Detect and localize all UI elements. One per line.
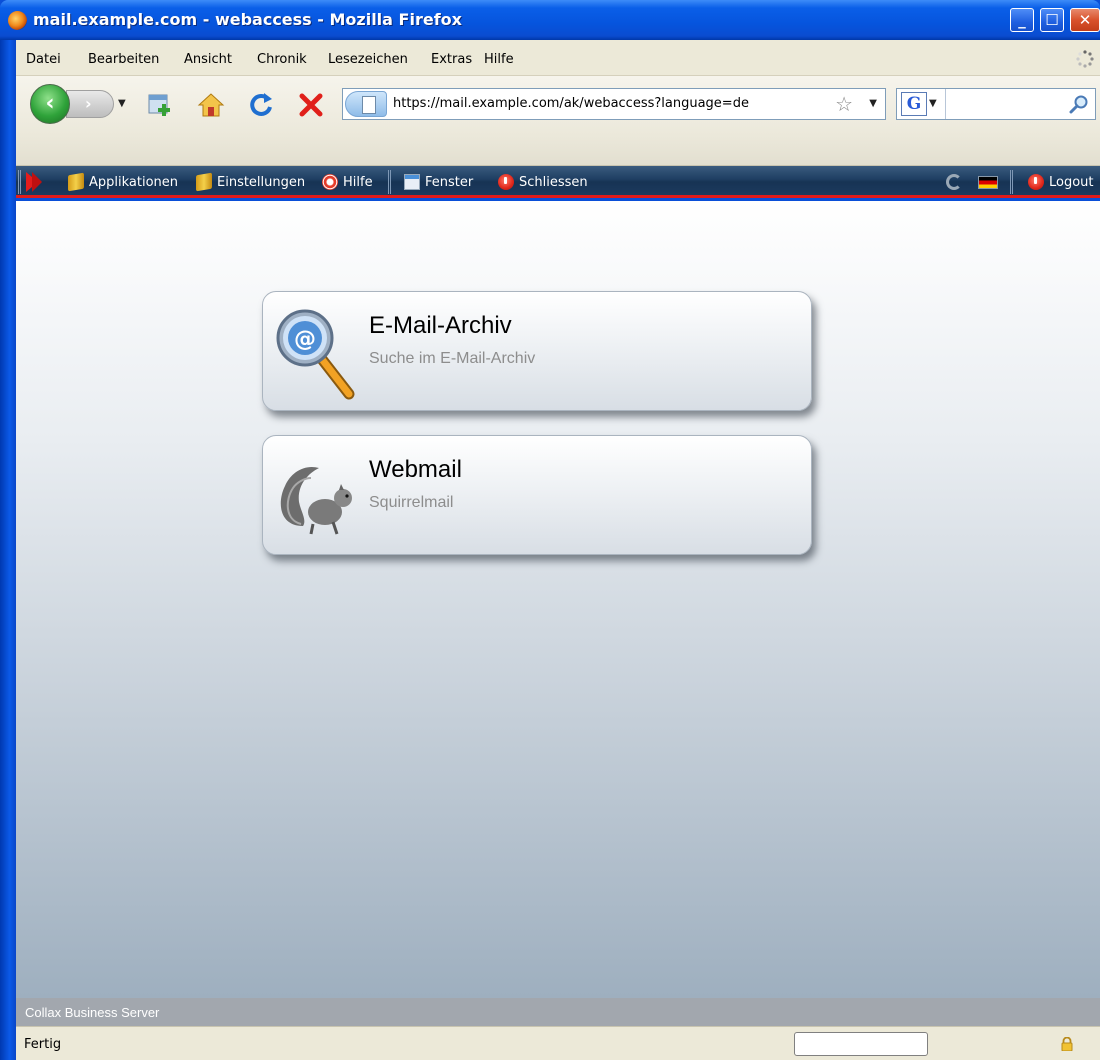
forward-arrow-icon: › xyxy=(85,94,92,113)
window-icon xyxy=(404,174,420,190)
lock-icon[interactable] xyxy=(1060,1037,1074,1051)
forward-button[interactable]: › xyxy=(66,90,114,118)
lifebuoy-icon xyxy=(322,174,338,190)
address-bar[interactable]: https://mail.example.com/ak/webaccess?la… xyxy=(342,88,886,120)
window-title: mail.example.com - webaccess - Mozilla F… xyxy=(33,10,462,29)
app-title: E-Mail-Archiv xyxy=(369,312,512,339)
power-icon xyxy=(498,174,514,190)
url-text[interactable]: https://mail.example.com/ak/webaccess?la… xyxy=(393,96,749,111)
menu-bar: Datei Bearbeiten Ansicht Chronik Lesezei… xyxy=(16,40,1100,76)
menu-datei[interactable]: Datei xyxy=(26,52,61,67)
page-icon xyxy=(362,96,376,114)
reload-icon[interactable] xyxy=(246,90,276,120)
app-card-webmail[interactable]: Webmail Squirrelmail xyxy=(262,435,812,555)
app-title: Webmail xyxy=(369,456,462,483)
logout-button[interactable]: Logout xyxy=(1028,166,1094,198)
minimize-icon: _ xyxy=(1018,11,1026,29)
german-flag-icon[interactable] xyxy=(978,176,998,189)
email-search-icon: @ xyxy=(276,309,355,400)
maximize-button[interactable]: ☐ xyxy=(1040,8,1064,32)
menu-chronik[interactable]: Chronik xyxy=(257,52,307,67)
title-bar: mail.example.com - webaccess - Mozilla F… xyxy=(0,0,1100,40)
settings-menu[interactable]: Einstellungen xyxy=(196,166,305,198)
maximize-icon: ☐ xyxy=(1045,11,1059,29)
search-engine-dropdown-icon[interactable]: ▼ xyxy=(929,98,937,109)
menu-extras[interactable]: Extras xyxy=(431,52,472,67)
back-arrow-icon: ‹ xyxy=(45,91,55,116)
window-label: Fenster xyxy=(425,174,474,190)
applications-label: Applikationen xyxy=(89,174,179,190)
search-input[interactable] xyxy=(951,96,1061,114)
navigation-toolbar: › ‹ ▼ https://mail.example.com/ak/webacc… xyxy=(16,76,1100,136)
squirrel-icon xyxy=(280,466,352,535)
settings-label: Einstellungen xyxy=(217,174,306,190)
minimize-button[interactable]: _ xyxy=(1010,8,1034,32)
new-tab-icon[interactable] xyxy=(146,90,176,120)
applications-menu[interactable]: Applikationen xyxy=(68,166,178,198)
search-bar[interactable]: G ▼ xyxy=(896,88,1096,120)
toolbar-separator xyxy=(388,170,391,194)
stop-icon[interactable] xyxy=(296,90,326,120)
close-icon: ✕ xyxy=(1078,11,1092,29)
toolbar-separator xyxy=(18,170,21,194)
status-text: Fertig xyxy=(24,1037,62,1052)
svg-text:@: @ xyxy=(294,327,316,352)
loading-throbber-icon xyxy=(1076,50,1094,68)
toolbar-separator xyxy=(1010,170,1013,194)
power-icon xyxy=(1028,174,1044,190)
app-card-email-archive[interactable]: @ E-Mail-Archiv Suche im E-Mail-Archiv xyxy=(262,291,812,411)
bookmark-star-icon[interactable]: ☆ xyxy=(835,92,853,116)
url-dropdown-icon[interactable]: ▼ xyxy=(869,98,877,109)
settings-icon xyxy=(196,172,212,192)
browser-window: mail.example.com - webaccess - Mozilla F… xyxy=(0,0,1100,1060)
firefox-icon xyxy=(8,11,27,30)
history-dropdown-icon[interactable]: ▼ xyxy=(118,98,126,109)
menu-hilfe[interactable]: Hilfe xyxy=(484,52,514,67)
refresh-icon[interactable] xyxy=(946,174,962,190)
content-area: @ E-Mail-Archiv Suche im E-Mail-Archiv W… xyxy=(16,201,1100,998)
search-engine-icon[interactable]: G xyxy=(901,92,927,116)
close-window-button[interactable]: ✕ xyxy=(1070,8,1100,32)
app-subtitle: Suche im E-Mail-Archiv xyxy=(369,350,536,367)
back-button[interactable]: ‹ xyxy=(30,84,70,124)
app-toolbar: Applikationen Einstellungen Hilfe Fenste… xyxy=(16,166,1100,198)
menu-ansicht[interactable]: Ansicht xyxy=(184,52,232,67)
logout-label: Logout xyxy=(1049,174,1094,190)
applications-icon xyxy=(68,172,84,192)
window-menu[interactable]: Fenster xyxy=(404,166,473,198)
window-border xyxy=(0,40,16,1060)
home-icon[interactable] xyxy=(196,90,226,120)
help-label: Hilfe xyxy=(343,174,373,190)
bookmarks-toolbar xyxy=(16,136,1100,166)
status-bar: Fertig xyxy=(16,1026,1100,1060)
product-name: Collax Business Server xyxy=(25,1005,160,1020)
menu-lesezeichen[interactable]: Lesezeichen xyxy=(328,52,408,67)
close-app-label: Schliessen xyxy=(519,174,588,190)
search-icon[interactable] xyxy=(1069,94,1089,114)
progress-meter xyxy=(794,1032,928,1056)
site-identity-button[interactable] xyxy=(345,91,387,117)
menu-bearbeiten[interactable]: Bearbeiten xyxy=(88,52,159,67)
app-subtitle: Squirrelmail xyxy=(369,494,454,511)
help-menu[interactable]: Hilfe xyxy=(322,166,373,198)
footer-bar: Collax Business Server xyxy=(16,998,1100,1026)
search-separator xyxy=(945,89,946,119)
launcher-arrow-icon xyxy=(32,172,42,192)
close-app-button[interactable]: Schliessen xyxy=(498,166,588,198)
